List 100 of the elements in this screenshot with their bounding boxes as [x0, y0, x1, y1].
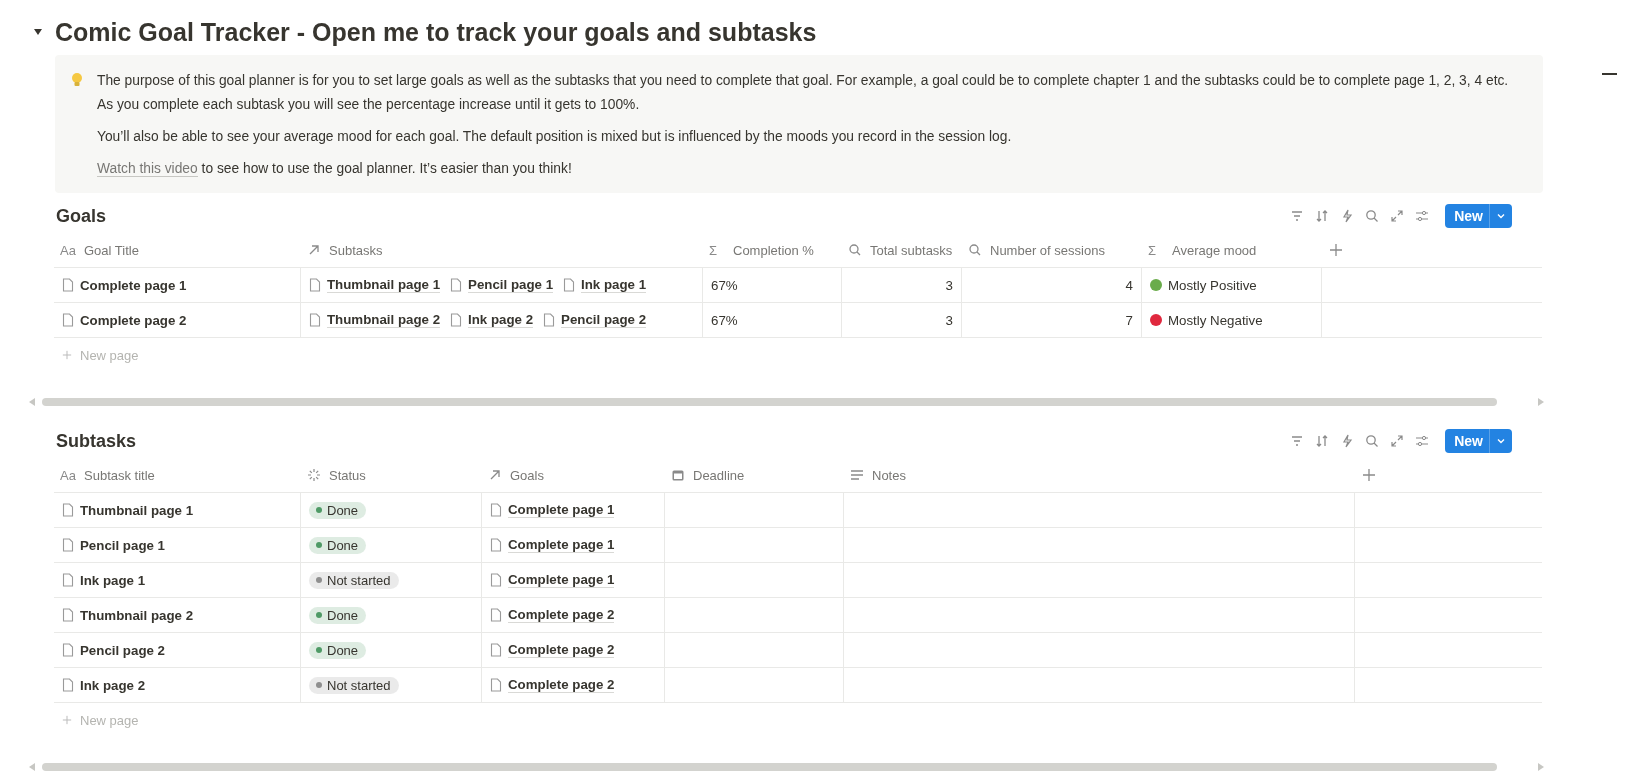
sliders-icon[interactable] — [1414, 433, 1431, 449]
add-column-icon[interactable] — [1362, 468, 1376, 482]
toggle-icon[interactable] — [33, 27, 43, 37]
status-tag[interactable]: Done — [309, 606, 367, 624]
row-title[interactable]: Ink page 2 — [80, 677, 146, 693]
page-icon — [490, 608, 502, 622]
page-icon — [62, 678, 74, 692]
page-icon — [62, 643, 74, 657]
horizontal-scrollbar[interactable] — [42, 763, 1497, 771]
relation-link[interactable]: Ink page 1 — [581, 277, 647, 293]
page-icon — [490, 538, 502, 552]
callout-text: Watch this video to see how to use the goal planner. It’s easier than you think! — [97, 160, 573, 179]
calendar-icon — [671, 468, 685, 482]
column-header[interactable]: Number of sessions — [961, 233, 1141, 267]
relation-link[interactable]: Complete page 1 — [508, 572, 615, 588]
search-icon — [968, 243, 982, 257]
spinner-icon — [307, 468, 321, 482]
row-title[interactable]: Pencil page 1 — [80, 537, 165, 553]
relation-link[interactable]: Complete page 2 — [508, 642, 615, 658]
row-title[interactable]: Thumbnail page 2 — [80, 607, 194, 623]
row-title[interactable]: Complete page 1 — [80, 277, 187, 293]
page-icon — [309, 278, 321, 292]
mood-text: Mostly Negative — [1168, 312, 1263, 328]
video-link[interactable]: Watch this video — [97, 161, 198, 177]
scroll-left-icon[interactable] — [28, 762, 36, 772]
chevron-down-icon[interactable] — [1496, 211, 1506, 221]
status-tag[interactable]: Done — [309, 536, 367, 554]
arrow-icon — [307, 243, 321, 257]
expand-icon[interactable] — [1389, 433, 1406, 449]
page-icon — [62, 573, 74, 587]
search-icon — [848, 243, 862, 257]
database-title: Goals — [56, 205, 107, 227]
row-title[interactable]: Ink page 1 — [80, 572, 146, 588]
relation-link[interactable]: Complete page 1 — [508, 537, 615, 553]
relation-link[interactable]: Pencil page 1 — [468, 277, 554, 293]
page-icon — [490, 678, 502, 692]
new-button[interactable]: New — [1445, 204, 1512, 228]
page-icon — [490, 573, 502, 587]
status-tag[interactable]: Done — [309, 501, 367, 519]
expand-icon[interactable] — [1389, 208, 1406, 224]
scroll-right-icon[interactable] — [1537, 397, 1545, 407]
column-header[interactable]: Notes — [843, 458, 1354, 492]
column-header[interactable]: Status — [300, 458, 481, 492]
column-header[interactable]: Aa Subtask title — [54, 458, 300, 492]
column-header[interactable]: Deadline — [664, 458, 843, 492]
cell-value: 67% — [711, 312, 738, 328]
column-header[interactable]: Σ Average mood — [1141, 233, 1321, 267]
page-icon — [563, 278, 576, 292]
database-title: Subtasks — [56, 430, 137, 452]
scroll-left-icon[interactable] — [28, 397, 36, 407]
cell-value: 4 — [1125, 277, 1133, 293]
plus-icon — [62, 350, 72, 360]
mood-text: Mostly Positive — [1168, 277, 1257, 293]
page-icon — [62, 503, 74, 517]
callout-text: You’ll also be able to see your average mood for each goal. The default position is mixed but is influenced by the moods you record in the session log. — [97, 128, 1013, 146]
lightbulb-icon — [71, 72, 83, 88]
page-icon — [450, 278, 463, 292]
chevron-down-icon[interactable] — [1496, 436, 1506, 446]
page-title: Comic Goal Tracker - Open me to track your goals and subtasks — [55, 17, 817, 47]
page-icon — [62, 278, 74, 292]
page-icon — [62, 313, 74, 327]
column-header[interactable]: Aa Goal Title — [54, 233, 300, 267]
page-icon — [543, 313, 556, 327]
row-title[interactable]: Complete page 2 — [80, 312, 187, 328]
page-icon — [309, 313, 321, 327]
column-header[interactable]: Goals — [481, 458, 664, 492]
relation-link[interactable]: Complete page 1 — [508, 502, 615, 518]
status-tag[interactable]: Done — [309, 641, 367, 659]
relation-link[interactable]: Thumbnail page 1 — [327, 277, 441, 293]
callout-text: The purpose of this goal planner is for you to set large goals as well as the subtasks that you need to complete that goal. For example, a goal could be to complete chapter 1 and the subtasks could be to complete page 1, 2, 3, 4 etc. As you complete each subtask you will see the percentage increase until it gets to 100%. — [97, 72, 1510, 114]
horizontal-scrollbar[interactable] — [42, 398, 1497, 406]
cell-value: 67% — [711, 277, 738, 293]
column-header[interactable]: Σ Completion % — [702, 233, 841, 267]
row-title[interactable]: Thumbnail page 1 — [80, 502, 194, 518]
row-title[interactable]: Pencil page 2 — [80, 642, 165, 658]
relation-link[interactable]: Complete page 2 — [508, 607, 615, 623]
relation-link[interactable]: Thumbnail page 2 — [327, 312, 441, 328]
text-lines-icon — [850, 468, 864, 482]
cell-value: 7 — [1125, 312, 1133, 328]
page-icon — [450, 313, 463, 327]
relation-link[interactable]: Pencil page 2 — [561, 312, 647, 328]
status-tag[interactable]: Not started — [309, 676, 399, 694]
new-button[interactable]: New — [1445, 429, 1512, 453]
page-icon — [490, 643, 502, 657]
page-icon — [62, 608, 74, 622]
add-column-icon[interactable] — [1329, 243, 1343, 257]
status-tag[interactable]: Not started — [309, 571, 399, 589]
page-icon — [490, 503, 502, 517]
column-header[interactable]: Total subtasks — [841, 233, 961, 267]
arrow-icon — [488, 468, 502, 482]
sliders-icon[interactable] — [1414, 208, 1431, 224]
page-icon — [62, 538, 74, 552]
outline-marker — [1602, 73, 1617, 75]
relation-link[interactable]: Ink page 2 — [468, 312, 534, 328]
cell-value: 3 — [945, 277, 953, 293]
column-header[interactable]: Subtasks — [300, 233, 702, 267]
plus-icon — [62, 715, 72, 725]
scroll-right-icon[interactable] — [1537, 762, 1545, 772]
relation-link[interactable]: Complete page 2 — [508, 677, 615, 693]
cell-value: 3 — [945, 312, 953, 328]
